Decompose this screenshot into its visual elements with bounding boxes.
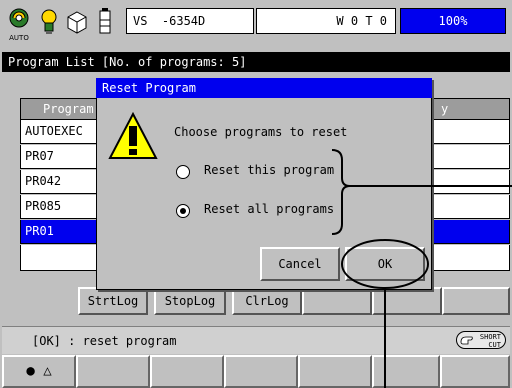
ok-highlight-ellipse [341,239,429,289]
options-brace [331,149,351,235]
annotation-overlay [331,149,512,388]
